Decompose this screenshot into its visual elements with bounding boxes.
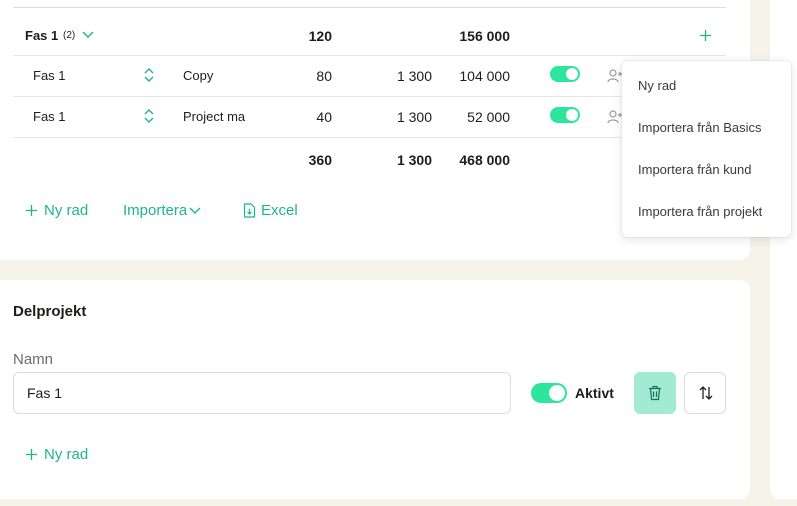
chevron-down-icon[interactable] — [82, 30, 94, 40]
menu-item-import-project[interactable]: Importera från projekt — [638, 204, 762, 219]
reorder-button[interactable] — [684, 372, 726, 414]
divider — [13, 55, 726, 56]
delete-button[interactable] — [634, 372, 676, 414]
row-active-toggle[interactable] — [550, 107, 580, 123]
chevron-down-icon — [189, 206, 201, 216]
name-input[interactable]: Fas 1 — [13, 372, 511, 414]
row-role[interactable]: Copy — [183, 68, 213, 83]
menu-item-import-basics[interactable]: Importera från Basics — [638, 120, 762, 135]
excel-label: Excel — [261, 202, 298, 219]
total-sum: 468 000 — [459, 152, 510, 168]
import-button[interactable]: Importera — [123, 202, 201, 219]
new-row-button[interactable]: Ny rad — [25, 202, 88, 219]
divider — [13, 96, 726, 97]
phase-group-count: (2) — [63, 30, 76, 41]
row-qty[interactable]: 80 — [280, 68, 332, 84]
phase-group-sum: 156 000 — [459, 28, 510, 44]
name-input-value: Fas 1 — [27, 385, 63, 401]
swap-vertical-icon — [698, 385, 714, 401]
row-price[interactable]: 1 300 — [360, 68, 432, 84]
import-menu: Ny rad Importera från Basics Importera f… — [622, 61, 791, 237]
active-label: Aktivt — [575, 385, 614, 401]
subproject-title: Delprojekt — [13, 303, 87, 320]
row-price[interactable]: 1 300 — [360, 109, 432, 125]
import-label: Importera — [123, 202, 188, 219]
row-qty[interactable]: 40 — [280, 109, 332, 125]
excel-file-icon — [243, 203, 256, 218]
row-sum: 104 000 — [459, 68, 510, 84]
active-toggle[interactable] — [531, 383, 567, 403]
menu-item-new-row[interactable]: Ny rad — [638, 78, 676, 93]
row-active-toggle[interactable] — [550, 66, 580, 82]
phase-group-qty: 120 — [308, 28, 332, 44]
subproject-new-row-button[interactable]: Ny rad — [25, 446, 88, 463]
person-add-icon[interactable] — [607, 68, 623, 84]
menu-item-import-customer[interactable]: Importera från kund — [638, 162, 751, 177]
row-sum: 52 000 — [467, 109, 510, 125]
person-add-icon[interactable] — [607, 109, 623, 125]
row-phase: Fas 1 — [33, 68, 66, 83]
excel-button[interactable]: Excel — [243, 202, 298, 219]
phase-group-name: Fas 1 — [25, 28, 59, 43]
row-role[interactable]: Project ma — [183, 109, 245, 124]
plus-icon — [25, 204, 38, 217]
row-phase: Fas 1 — [33, 109, 66, 124]
total-qty: 360 — [308, 152, 332, 168]
plus-icon — [25, 448, 38, 461]
divider — [13, 137, 726, 138]
divider — [13, 7, 726, 8]
name-label: Namn — [13, 351, 54, 368]
sort-updown-icon[interactable] — [143, 67, 155, 83]
plus-icon[interactable] — [699, 29, 712, 42]
total-price: 1 300 — [396, 152, 432, 168]
new-row-label: Ny rad — [44, 202, 89, 219]
trash-icon — [648, 385, 662, 401]
sort-updown-icon[interactable] — [143, 108, 155, 124]
new-row-label: Ny rad — [44, 446, 89, 463]
